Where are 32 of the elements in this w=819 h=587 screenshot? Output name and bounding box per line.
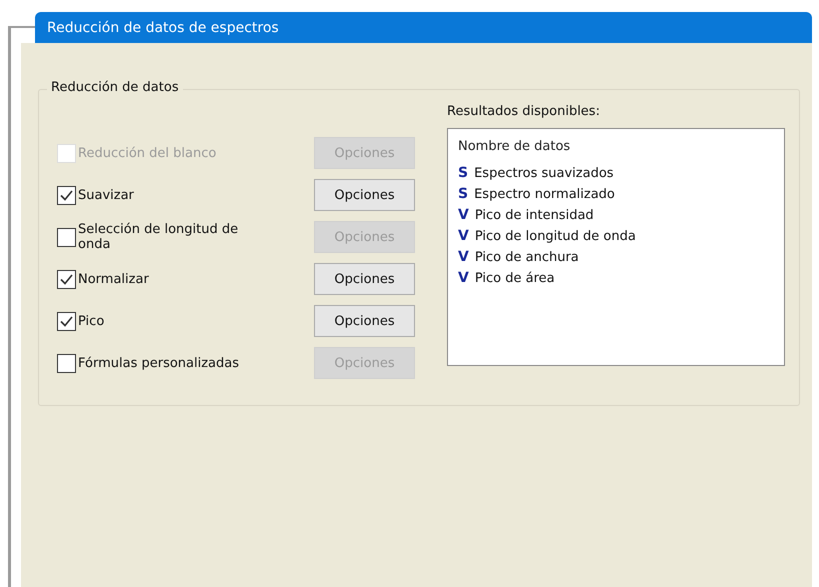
- check-icon: [60, 190, 73, 200]
- list-item: Pico de longitud de onda: [474, 228, 636, 244]
- list-item: Espectros suavizados: [474, 166, 614, 180]
- options-button[interactable]: Opciones: [314, 263, 415, 295]
- type-letter: V: [458, 207, 469, 223]
- check-icon: [60, 274, 73, 284]
- checkbox-label: Fórmulas personalizadas: [78, 356, 240, 370]
- check-icon: [60, 316, 73, 326]
- checkbox[interactable]: [57, 354, 76, 372]
- window-title: Reducción de datos de espectros: [35, 12, 812, 43]
- checkbox-label: Reducción del blanco: [78, 146, 218, 160]
- type-letter: S: [458, 165, 468, 181]
- list-header: Nombre de datos: [458, 139, 572, 154]
- list-item: Pico de área: [474, 270, 555, 286]
- type-letter: V: [458, 249, 469, 265]
- checkbox[interactable]: [57, 228, 76, 246]
- options-button[interactable]: Opciones: [314, 179, 415, 211]
- checkbox[interactable]: [57, 270, 76, 288]
- type-letter: V: [458, 270, 469, 286]
- checkbox-label: Normalizar: [78, 272, 150, 286]
- type-letter: V: [458, 228, 469, 244]
- options-button[interactable]: Opciones: [314, 305, 415, 337]
- list-item: Espectro normalizado: [474, 186, 615, 202]
- list-item: Pico de intensidad: [474, 208, 594, 222]
- checkbox[interactable]: [57, 186, 76, 204]
- results-title: Resultados disponibles:: [447, 104, 601, 119]
- checkbox-label: Suavizar: [78, 188, 135, 202]
- checkbox-label: Pico: [78, 314, 106, 328]
- checkbox[interactable]: [57, 312, 76, 330]
- checkbox-label: Selección de longitud de onda: [78, 222, 240, 252]
- list-item: Pico de anchura: [474, 250, 579, 264]
- type-letter: S: [458, 186, 468, 202]
